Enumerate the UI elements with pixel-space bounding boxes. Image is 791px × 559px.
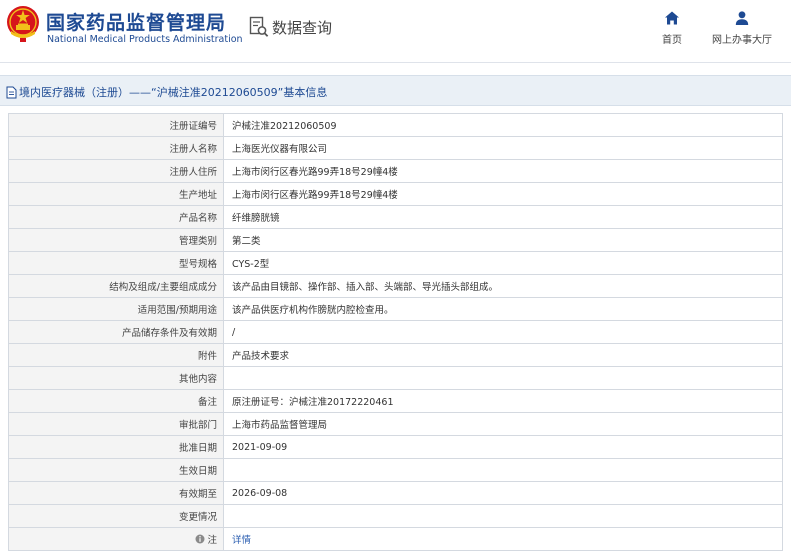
table-row: 注册人名称 上海医光仪器有限公司 <box>8 136 783 160</box>
nav-home[interactable]: 首页 <box>662 10 682 46</box>
row-value: CYS-2型 <box>223 251 783 275</box>
row-value: 详情 <box>223 527 783 551</box>
data-query-link[interactable]: 数据查询 <box>249 16 332 38</box>
row-label: 有效期至 <box>8 481 224 505</box>
row-value: 上海市闵行区春光路99弄18号29幢4楼 <box>223 159 783 183</box>
table-row: 审批部门 上海市药品监督管理局 <box>8 412 783 436</box>
breadcrumb: 境内医疗器械（注册）——“沪械注准20212060509”基本信息 <box>6 84 327 100</box>
document-icon <box>6 86 17 98</box>
site-title: 国家药品监督管理局 <box>46 12 227 34</box>
row-label: 备注 <box>8 389 224 413</box>
row-label: 附件 <box>8 343 224 367</box>
row-label: 审批部门 <box>8 412 224 436</box>
table-row: 注 详情 <box>8 527 783 551</box>
row-label: 型号规格 <box>8 251 224 275</box>
row-label: 产品储存条件及有效期 <box>8 320 224 344</box>
table-row: 附件 产品技术要求 <box>8 343 783 367</box>
breadcrumb-bar: 境内医疗器械（注册）——“沪械注准20212060509”基本信息 <box>0 75 791 106</box>
row-value <box>223 504 783 528</box>
table-row: 变更情况 <box>8 504 783 528</box>
row-value: 上海医光仪器有限公司 <box>223 136 783 160</box>
row-value <box>223 458 783 482</box>
table-row: 型号规格 CYS-2型 <box>8 251 783 275</box>
row-label: 产品名称 <box>8 205 224 229</box>
document-search-icon <box>249 16 269 37</box>
table-row: 生产地址 上海市闵行区春光路99弄18号29幢4楼 <box>8 182 783 206</box>
row-label: 注册证编号 <box>8 113 224 137</box>
site-subtitle-en: National Medical Products Administration <box>47 34 243 45</box>
row-label: 管理类别 <box>8 228 224 252</box>
row-value: 上海市闵行区春光路99弄18号29幢4楼 <box>223 182 783 206</box>
row-label: 生效日期 <box>8 458 224 482</box>
row-label-text: 注 <box>207 534 217 546</box>
table-row: 批准日期 2021-09-09 <box>8 435 783 459</box>
data-query-label: 数据查询 <box>272 18 333 37</box>
details-link[interactable]: 详情 <box>232 535 251 546</box>
user-icon <box>735 11 749 25</box>
table-row: 生效日期 <box>8 458 783 482</box>
row-value: 产品技术要求 <box>223 343 783 367</box>
row-label: 注册人名称 <box>8 136 224 160</box>
row-label: 变更情况 <box>8 504 224 528</box>
row-label: 适用范围/预期用途 <box>8 297 224 321</box>
row-value: 2026-09-08 <box>223 481 783 505</box>
row-value: / <box>223 320 783 344</box>
row-value: 原注册证号：沪械注准20172220461 <box>223 389 783 413</box>
row-label: 生产地址 <box>8 182 224 206</box>
table-row: 结构及组成/主要组成成分 该产品由目镜部、操作部、插入部、头端部、导光插头部组成。 <box>8 274 783 298</box>
row-value: 沪械注准20212060509 <box>223 113 783 137</box>
row-value <box>223 366 783 390</box>
nav-home-label: 首页 <box>662 35 682 46</box>
row-value: 纤维膀胱镜 <box>223 205 783 229</box>
row-label-note: 注 <box>8 527 224 551</box>
table-row: 产品储存条件及有效期 / <box>8 320 783 344</box>
table-row: 产品名称 纤维膀胱镜 <box>8 205 783 229</box>
row-label: 结构及组成/主要组成成分 <box>8 274 224 298</box>
site-header: 国家药品监督管理局 National Medical Products Admi… <box>0 0 791 62</box>
table-row: 其他内容 <box>8 366 783 390</box>
row-value: 2021-09-09 <box>223 435 783 459</box>
row-value: 该产品供医疗机构作膀胱内腔检查用。 <box>223 297 783 321</box>
row-value: 第二类 <box>223 228 783 252</box>
national-emblem-icon <box>7 6 39 42</box>
table-row: 备注 原注册证号：沪械注准20172220461 <box>8 389 783 413</box>
nav-online-service-label: 网上办事大厅 <box>712 35 772 46</box>
table-row: 有效期至 2026-09-08 <box>8 481 783 505</box>
header-divider <box>0 62 791 63</box>
registration-detail-table: 注册证编号 沪械注准20212060509 注册人名称 上海医光仪器有限公司 注册人… <box>8 113 783 551</box>
nav-online-service-hall[interactable]: 网上办事大厅 <box>712 10 772 46</box>
breadcrumb-text[interactable]: 境内医疗器械（注册）——“沪械注准20212060509”基本信息 <box>19 84 327 100</box>
table-row: 注册人住所 上海市闵行区春光路99弄18号29幢4楼 <box>8 159 783 183</box>
row-value: 该产品由目镜部、操作部、插入部、头端部、导光插头部组成。 <box>223 274 783 298</box>
row-label: 注册人住所 <box>8 159 224 183</box>
info-icon[interactable] <box>195 534 205 544</box>
table-row: 注册证编号 沪械注准20212060509 <box>8 113 783 137</box>
row-value: 上海市药品监督管理局 <box>223 412 783 436</box>
table-row: 适用范围/预期用途 该产品供医疗机构作膀胱内腔检查用。 <box>8 297 783 321</box>
table-row: 管理类别 第二类 <box>8 228 783 252</box>
row-label: 其他内容 <box>8 366 224 390</box>
row-label: 批准日期 <box>8 435 224 459</box>
home-icon <box>665 11 679 25</box>
